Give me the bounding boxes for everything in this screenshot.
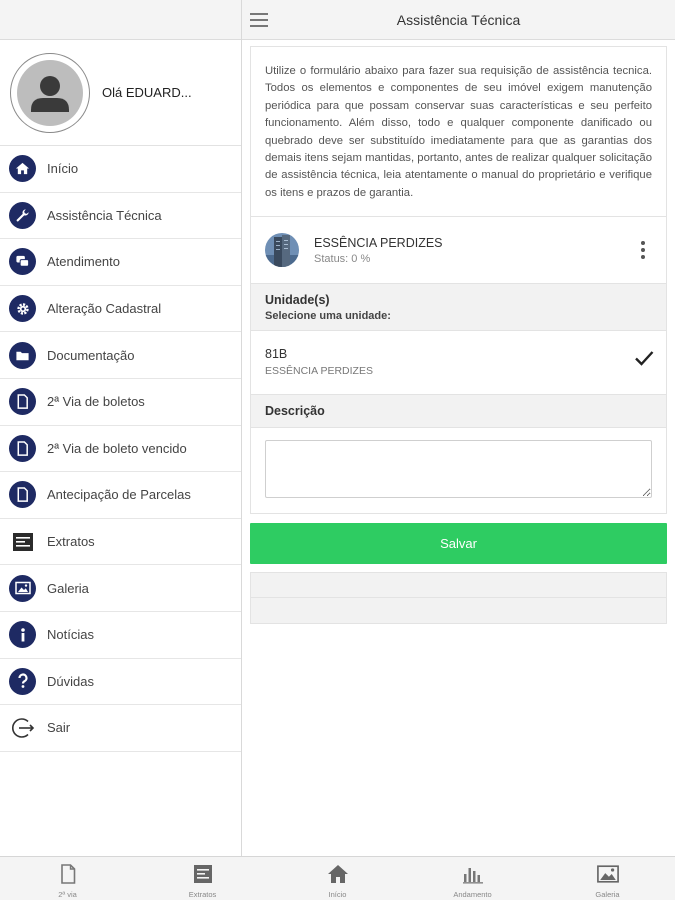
units-title: Unidade(s) (265, 293, 330, 308)
document-icon (9, 481, 36, 509)
page-title: Assistência Técnica (396, 11, 521, 28)
sidebar-item-label: Galeria (47, 580, 89, 596)
tab-galeria[interactable]: Galeria (540, 857, 675, 900)
document-icon (9, 434, 36, 462)
logout-icon (9, 714, 36, 741)
gear-icon (9, 295, 36, 323)
sidebar-item-noticias[interactable]: Notícias (0, 612, 241, 659)
tab-label: Início (328, 890, 347, 899)
save-button[interactable]: Salvar (250, 523, 667, 565)
units-subtitle: Selecione uma unidade: (265, 310, 391, 323)
tab-label: Extratos (188, 890, 217, 899)
sidebar-item-label: Antecipação de Parcelas (47, 487, 191, 503)
avatar[interactable] (10, 52, 90, 133)
sidebar-item-label: Sair (47, 720, 71, 736)
empty-list-row (250, 572, 667, 599)
document-icon (9, 388, 36, 416)
project-name: ESSÊNCIA PERDIZES (314, 235, 443, 250)
description-container (251, 427, 666, 513)
checkmark-icon (635, 351, 654, 366)
more-options-icon[interactable] (640, 241, 646, 260)
folder-icon (9, 341, 36, 369)
top-bar: Assistência Técnica (242, 0, 675, 40)
statement-icon (192, 863, 214, 885)
sidebar-item-antecipacao-parcelas[interactable]: Antecipação de Parcelas (0, 472, 241, 519)
sidebar-item-sair[interactable]: Sair (0, 705, 241, 752)
sidebar-item-label: Extratos (47, 534, 95, 550)
form-card: Utilize o formulário abaixo para fazer s… (250, 46, 667, 515)
unit-project-name: ESSÊNCIA PERDIZES (265, 365, 373, 378)
tab-andamento[interactable]: Andamento (405, 857, 540, 900)
tab-label: Andamento (453, 890, 492, 899)
sidebar-top-bar (0, 0, 241, 40)
project-info: ESSÊNCIA PERDIZES Status: 0 % (314, 236, 443, 265)
description-title: Descrição (265, 404, 325, 419)
sidebar-menu: Início Assistência Técnica Atendimento A… (0, 146, 241, 752)
sidebar-item-label: Início (47, 161, 79, 177)
user-avatar-icon (17, 59, 83, 126)
sidebar-item-atendimento[interactable]: Atendimento (0, 239, 241, 286)
gallery-icon (596, 863, 619, 885)
document-icon (57, 863, 79, 885)
sidebar-item-documentacao[interactable]: Documentação (0, 332, 241, 379)
unit-option[interactable]: 81B ESSÊNCIA PERDIZES (251, 330, 666, 394)
tab-2a-via[interactable]: 2ª via (0, 857, 135, 900)
sidebar: Olá EDUARD... Início Assistência Técnica… (0, 0, 242, 856)
sidebar-item-inicio[interactable]: Início (0, 146, 241, 193)
sidebar-item-extratos[interactable]: Extratos (0, 519, 241, 566)
sidebar-item-label: Documentação (47, 347, 135, 363)
main-content: Utilize o formulário abaixo para fazer s… (250, 46, 667, 625)
chat-icon (9, 248, 36, 276)
sidebar-item-label: Dúvidas (47, 673, 94, 689)
sidebar-item-label: Atendimento (47, 254, 120, 270)
greeting-text: Olá EDUARD... (102, 85, 192, 100)
info-icon (9, 621, 36, 649)
tab-label: Galeria (595, 890, 620, 899)
wrench-icon (9, 201, 36, 229)
sidebar-item-label: Alteração Cadastral (47, 301, 162, 317)
chart-icon (462, 863, 484, 885)
statement-icon (9, 528, 36, 555)
tab-inicio[interactable]: Início (270, 857, 405, 900)
tab-extratos[interactable]: Extratos (135, 857, 270, 900)
project-status: Status: 0 % (314, 252, 371, 265)
sidebar-item-duvidas[interactable]: Dúvidas (0, 659, 241, 706)
bottom-tab-bar: 2ª via Extratos Início Andamento Galeria (0, 856, 675, 900)
description-input[interactable] (265, 440, 652, 499)
tab-label: 2ª via (58, 890, 77, 899)
sidebar-item-label: Notícias (47, 627, 94, 643)
project-row: ESSÊNCIA PERDIZES Status: 0 % (251, 216, 666, 283)
sidebar-item-galeria[interactable]: Galeria (0, 565, 241, 612)
home-icon (327, 863, 349, 885)
gallery-icon (9, 574, 36, 602)
description-section-header: Descrição (251, 394, 666, 428)
home-icon (9, 155, 36, 183)
sidebar-item-2a-via-boletos[interactable]: 2ª Via de boletos (0, 379, 241, 426)
intro-text: Utilize o formulário abaixo para fazer s… (265, 65, 652, 199)
empty-list-row (250, 598, 667, 625)
question-icon (9, 667, 36, 695)
sidebar-item-assistencia-tecnica[interactable]: Assistência Técnica (0, 193, 241, 240)
sidebar-item-2a-via-boleto-vencido[interactable]: 2ª Via de boleto vencido (0, 426, 241, 473)
hamburger-menu-icon[interactable] (250, 12, 268, 28)
sidebar-item-label: 2ª Via de boletos (47, 394, 145, 410)
sidebar-item-alteracao-cadastral[interactable]: Alteração Cadastral (0, 286, 241, 333)
unit-code: 81B (265, 347, 288, 362)
sidebar-item-label: Assistência Técnica (47, 207, 162, 223)
profile-section: Olá EDUARD... (0, 40, 241, 146)
units-section-header: Unidade(s) Selecione uma unidade: (251, 283, 666, 331)
building-thumbnail (265, 233, 299, 268)
sidebar-item-label: 2ª Via de boleto vencido (47, 440, 187, 456)
